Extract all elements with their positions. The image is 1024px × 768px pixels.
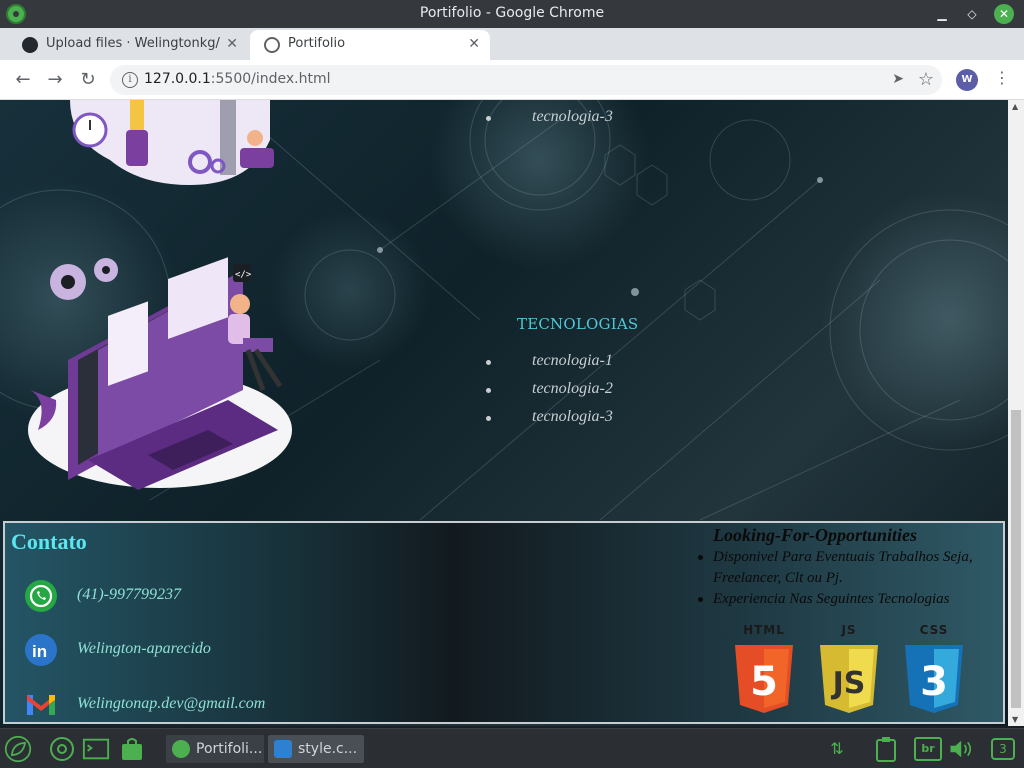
window-title: Portifolio - Google Chrome	[419, 5, 605, 21]
send-to-device-icon[interactable]: ➤	[892, 71, 904, 87]
email-address[interactable]: Welingtonap.dev@gmail.com	[77, 695, 265, 713]
globe-icon	[264, 37, 280, 53]
browser-toolbar: ← → ↻ i 127.0.0.1:5500/index.html ➤ ☆ W …	[0, 60, 1024, 100]
taskbar-task-chrome[interactable]: Portifoli...	[166, 735, 264, 763]
badge-glyph: 3	[920, 659, 948, 705]
javascript-logo: JS JS	[818, 623, 880, 713]
tech-item: tecnologia-1	[486, 352, 613, 369]
site-info-icon[interactable]: i	[122, 72, 138, 88]
badge-glyph: 5	[750, 659, 778, 705]
html5-logo: HTML 5	[733, 623, 795, 713]
gmail-icon[interactable]	[25, 689, 57, 721]
whatsapp-icon[interactable]	[25, 580, 57, 612]
window-titlebar: Portifolio - Google Chrome ▁ ◇ ✕	[0, 0, 1024, 28]
volume-icon[interactable]	[948, 735, 976, 763]
software-store-icon[interactable]	[118, 735, 146, 763]
chrome-launcher-icon[interactable]	[48, 735, 76, 763]
contact-footer: Contato (41)-997799237 in Welington-apar…	[3, 521, 1005, 724]
menu-kebab-icon[interactable]: ⋮	[994, 68, 1010, 87]
close-window-button[interactable]: ✕	[994, 4, 1014, 24]
whatsapp-number[interactable]: (41)-997799237	[77, 586, 181, 604]
tech-item: tecnologia-3	[486, 408, 613, 425]
start-menu-leaf-icon[interactable]	[4, 735, 32, 763]
url-host: 127.0.0.1	[144, 71, 211, 87]
keyboard-layout-indicator[interactable]: br	[914, 737, 942, 761]
reload-button[interactable]: ↻	[77, 69, 99, 91]
top-tech-item: tecnologia-3	[486, 108, 613, 125]
workflow-illustration	[50, 100, 290, 185]
scrollbar-thumb[interactable]	[1011, 410, 1021, 708]
clipboard-icon[interactable]	[872, 735, 900, 763]
tech-item: tecnologia-2	[486, 380, 613, 397]
url-path: :5500/index.html	[210, 71, 331, 87]
system-taskbar: Portifoli... style.c... ⇅ br 3	[0, 728, 1024, 768]
github-icon	[22, 37, 38, 53]
looking-for-opportunities-title: Looking-For-Opportunities	[713, 525, 918, 545]
back-button[interactable]: ←	[12, 69, 34, 91]
svg-text:</>: </>	[235, 270, 252, 280]
task-label: Portifoli...	[196, 741, 263, 757]
minimize-button[interactable]: ▁	[932, 4, 952, 24]
vscode-icon	[274, 740, 292, 758]
badge-glyph: JS	[831, 666, 866, 701]
restore-button[interactable]: ◇	[962, 4, 982, 24]
tab-label: Upload files · Welingtonkg/	[46, 36, 220, 51]
network-transfer-icon[interactable]: ⇅	[826, 737, 848, 761]
scroll-down-arrow-icon[interactable]: ▼	[1012, 715, 1018, 724]
terminal-icon[interactable]	[82, 735, 110, 763]
list-item: Disponivel Para Eventuais Trabalhos Seja…	[698, 547, 998, 589]
address-bar[interactable]: i 127.0.0.1:5500/index.html ➤ ☆	[110, 65, 942, 95]
page-viewport: tecnologia-3 </> TECNOLOGIAS tecnologia-…	[0, 100, 1024, 726]
forward-button[interactable]: →	[44, 69, 66, 91]
tab-strip: Upload files · Welingtonkg/ ✕ Portifolio…	[0, 28, 1024, 82]
contato-title: Contato	[11, 529, 87, 554]
scroll-up-arrow-icon[interactable]: ▲	[1012, 102, 1018, 111]
svg-text:in: in	[32, 642, 47, 661]
linkedin-name[interactable]: Welington-aparecido	[77, 640, 211, 658]
tech-section-title: TECNOLOGIAS	[517, 315, 639, 333]
bookmark-star-icon[interactable]: ☆	[918, 69, 934, 90]
linkedin-icon[interactable]: in	[25, 634, 57, 666]
url-text[interactable]: 127.0.0.1:5500/index.html	[144, 71, 331, 87]
close-tab-icon[interactable]: ✕	[468, 30, 480, 58]
close-tab-icon[interactable]: ✕	[226, 30, 238, 58]
tab-label: Portifolio	[288, 36, 346, 51]
css3-logo: CSS 3	[903, 623, 965, 713]
profile-avatar[interactable]: W	[956, 69, 978, 91]
tab-upload-files[interactable]: Upload files · Welingtonkg/ ✕	[8, 30, 248, 60]
developer-laptop-illustration: </>	[28, 250, 298, 490]
opportunities-list: Disponivel Para Eventuais Trabalhos Seja…	[698, 547, 998, 610]
list-item: Experiencia Nas Seguintes Tecnologias	[698, 589, 998, 610]
workspace-indicator[interactable]: 3	[991, 738, 1015, 760]
taskbar-task-vscode[interactable]: style.c...	[268, 735, 364, 763]
chrome-icon	[172, 740, 190, 758]
page-scrollbar[interactable]: ▲ ▼	[1008, 100, 1024, 726]
tab-portifolio[interactable]: Portifolio ✕	[250, 30, 490, 60]
task-label: style.c...	[298, 741, 358, 757]
